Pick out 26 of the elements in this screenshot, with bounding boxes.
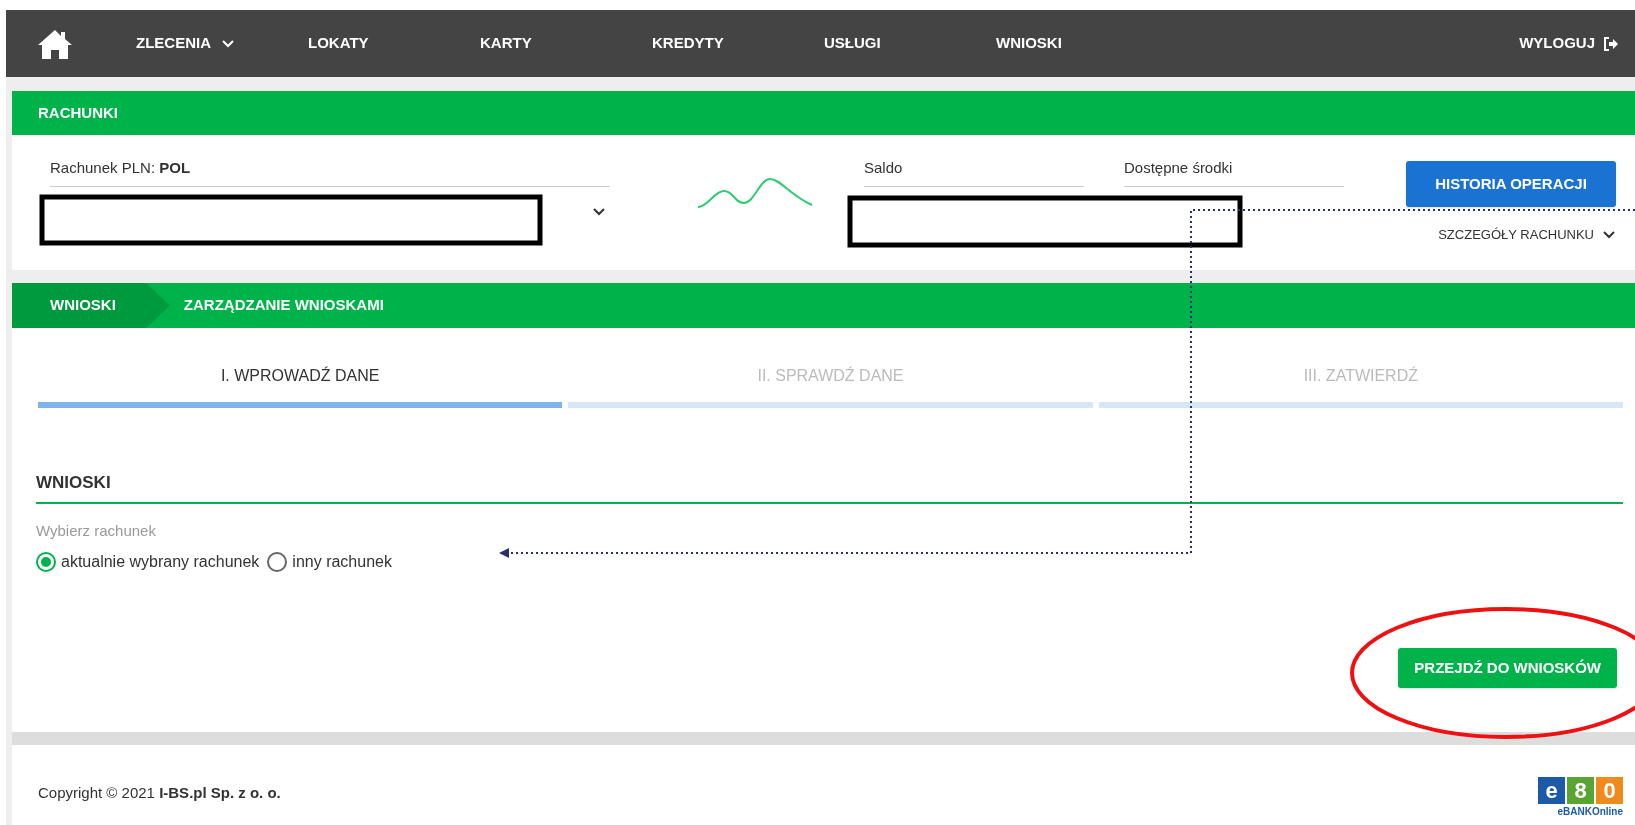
bank-logo: e 8 0 eBANKOnline	[1538, 777, 1623, 819]
radio-option[interactable]: aktualnie wybrany rachunek	[36, 550, 260, 574]
history-button[interactable]: HISTORIA OPERACJI	[1406, 161, 1616, 207]
nav-item[interactable]: ZLECENIA	[136, 32, 308, 55]
radio-button[interactable]	[36, 552, 56, 572]
breadcrumb-link[interactable]: WNIOSKI	[12, 283, 170, 328]
account-label: Rachunek PLN: POL	[50, 157, 610, 187]
available-funds-label: Dostępne środki	[1124, 157, 1344, 187]
chevron-down-icon	[1602, 229, 1616, 240]
logout-icon	[1603, 36, 1619, 51]
logout-link[interactable]: WYLOGUJ	[1519, 32, 1619, 55]
copyright-text: Copyright © 2021 I-BS.pl Sp. z o. o.	[38, 782, 281, 803]
breadcrumb-current: ZARZĄDZANIE WNIOSKAMI	[183, 295, 384, 316]
field-label: Wybierz rachunek	[36, 520, 157, 541]
nav-item[interactable]: LOKATY	[308, 32, 480, 55]
nav-item[interactable]: KARTY	[480, 32, 652, 55]
nav-item[interactable]: KREDYTY	[652, 32, 824, 55]
nav-item[interactable]: WNIOSKI	[996, 32, 1168, 55]
nav-item[interactable]: USŁUGI	[824, 32, 996, 55]
section-title: WNIOSKI	[36, 470, 1623, 504]
radio-option[interactable]: inny rachunek	[267, 550, 392, 574]
radio-button[interactable]	[267, 552, 288, 572]
section-title: RACHUNKI	[38, 102, 118, 123]
home-icon[interactable]	[36, 27, 74, 60]
balance-label: Saldo	[864, 157, 1084, 187]
account-details-link[interactable]: SZCZEGÓŁY RACHUNKU	[1438, 225, 1616, 245]
